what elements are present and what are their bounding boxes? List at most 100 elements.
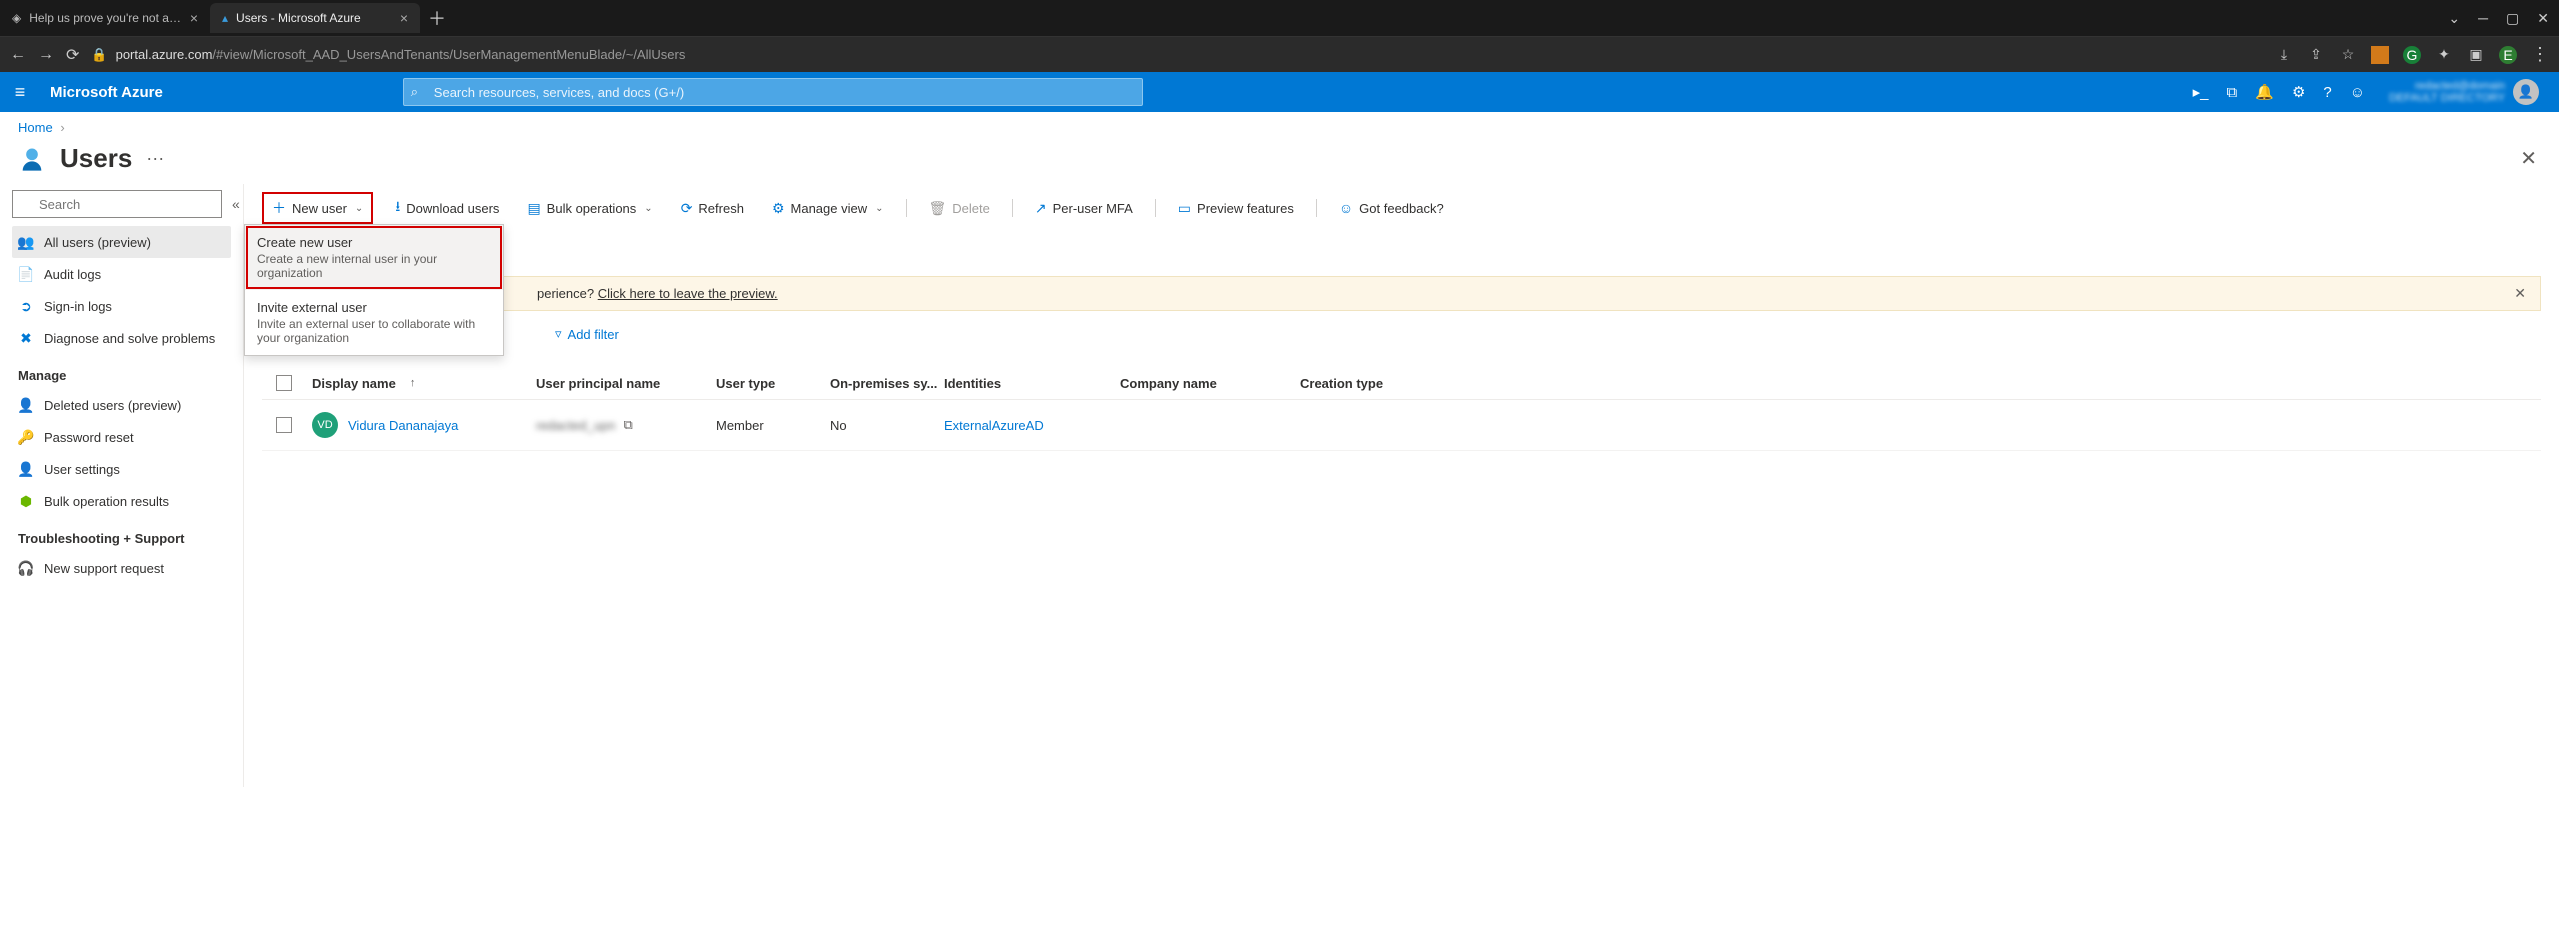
preview-features-button[interactable]: ▭ Preview features: [1172, 196, 1300, 221]
column-upn[interactable]: User principal name: [536, 376, 716, 391]
url-path: /#view/Microsoft_AAD_UsersAndTenants/Use…: [212, 47, 685, 62]
install-icon[interactable]: ⤓: [2275, 46, 2293, 64]
more-icon[interactable]: ···: [146, 148, 164, 169]
download-icon: ⭳: [395, 196, 400, 220]
delete-button[interactable]: 🗑 Delete: [923, 196, 996, 221]
refresh-button[interactable]: ⟳ Refresh: [675, 196, 750, 221]
account-menu[interactable]: redacted@domainDEFAULT DIRECTORY 👤: [2389, 79, 2539, 105]
user-identities-link[interactable]: ExternalAzureAD: [944, 418, 1044, 433]
tab-title: Users - Microsoft Azure: [236, 11, 392, 25]
notifications-icon[interactable]: 🔔: [2255, 83, 2274, 101]
feedback-button[interactable]: ☺ Got feedback?: [1333, 196, 1450, 220]
column-company[interactable]: Company name: [1120, 376, 1300, 391]
sidebar-item-new-support[interactable]: 🎧 New support request: [12, 552, 231, 584]
copy-icon[interactable]: ⧉: [624, 417, 633, 433]
sidebar-item-signin-logs[interactable]: ➲ Sign-in logs: [12, 290, 231, 322]
gear-icon: ⚙: [772, 200, 785, 217]
tab-title: Help us prove you're not a robot: [29, 11, 182, 25]
extension-icon[interactable]: [2371, 46, 2389, 64]
close-icon[interactable]: ✕: [2520, 146, 2541, 171]
sidebar-item-user-settings[interactable]: 👤 User settings: [12, 453, 231, 485]
browser-tab[interactable]: ◈ Help us prove you're not a robot ×: [0, 3, 210, 33]
manage-view-button[interactable]: ⚙ Manage view ⌄: [766, 196, 890, 221]
users-icon: 👥: [18, 234, 34, 250]
hamburger-icon[interactable]: ≡: [8, 82, 32, 103]
separator: [1316, 199, 1317, 217]
share-icon[interactable]: ⇪: [2307, 46, 2325, 64]
sidebar-item-diagnose[interactable]: ✖ Diagnose and solve problems: [12, 322, 231, 354]
collapse-icon[interactable]: «: [232, 196, 240, 212]
help-icon[interactable]: ?: [2323, 84, 2331, 101]
column-user-type[interactable]: User type: [716, 376, 830, 391]
sidebar-item-password-reset[interactable]: 🔑 Password reset: [12, 421, 231, 453]
download-users-button[interactable]: ⭳ Download users: [389, 192, 505, 224]
cloud-shell-icon[interactable]: ▸_: [2193, 83, 2209, 101]
dropdown-item-invite-external-user[interactable]: Invite external user Invite an external …: [245, 290, 503, 355]
plus-icon: ＋: [272, 198, 286, 218]
sidebar-item-audit-logs[interactable]: 📄 Audit logs: [12, 258, 231, 290]
extension-icon[interactable]: ▣: [2467, 46, 2485, 64]
column-on-prem[interactable]: On-premises sy...: [830, 376, 944, 391]
select-all-checkbox[interactable]: [276, 375, 292, 391]
close-icon[interactable]: ✕: [2514, 285, 2526, 302]
profile-avatar[interactable]: E: [2499, 46, 2517, 64]
chevron-down-icon: ⌄: [644, 203, 652, 214]
user-on-prem: No: [830, 418, 944, 433]
user-settings-icon: 👤: [18, 461, 34, 477]
back-button[interactable]: ←: [10, 46, 26, 64]
user-type: Member: [716, 418, 830, 433]
separator: [1012, 199, 1013, 217]
address-bar[interactable]: 🔒 portal.azure.com/#view/Microsoft_AAD_U…: [91, 47, 2263, 63]
url-host: portal.azure.com: [116, 47, 213, 62]
browser-tab[interactable]: ▴ Users - Microsoft Azure ×: [210, 3, 420, 33]
reload-button[interactable]: ⟳: [66, 45, 79, 65]
feedback-icon: ☺: [1339, 200, 1353, 216]
window-close-icon[interactable]: ✕: [2537, 10, 2549, 27]
brand-link[interactable]: Microsoft Azure: [50, 84, 163, 101]
sidebar-item-all-users[interactable]: 👥 All users (preview): [12, 226, 231, 258]
sidebar-search-input[interactable]: [12, 190, 222, 218]
sidebar-item-label: Bulk operation results: [44, 494, 169, 509]
breadcrumb: Home ›: [0, 112, 2559, 143]
directories-icon[interactable]: ⧉: [2227, 84, 2238, 101]
account-text: redacted@domainDEFAULT DIRECTORY: [2389, 80, 2505, 104]
sidebar-item-deleted-users[interactable]: 👤 Deleted users (preview): [12, 389, 231, 421]
forward-button[interactable]: →: [38, 46, 54, 64]
bulk-operations-button[interactable]: ▤ Bulk operations ⌄: [521, 196, 658, 221]
dropdown-item-create-new-user[interactable]: Create new user Create a new internal us…: [245, 225, 503, 290]
sidebar-item-label: Deleted users (preview): [44, 398, 181, 413]
column-identities[interactable]: Identities: [944, 376, 1120, 391]
user-upn: redacted_upn: [536, 418, 616, 433]
add-filter-button[interactable]: ▿ Add filter: [546, 321, 628, 347]
new-user-button[interactable]: ＋ New user ⌄: [262, 192, 373, 224]
new-user-dropdown: Create new user Create a new internal us…: [244, 224, 504, 356]
key-icon: 🔑: [18, 429, 34, 445]
search-input[interactable]: [403, 78, 1143, 106]
puzzle-icon[interactable]: ✦: [2435, 46, 2453, 64]
per-user-mfa-button[interactable]: ↗ Per-user MFA: [1029, 196, 1139, 221]
star-icon[interactable]: ☆: [2339, 46, 2357, 64]
separator: [1155, 199, 1156, 217]
extension-icon[interactable]: G: [2403, 46, 2421, 64]
chevron-down-icon[interactable]: ⌄: [2448, 10, 2460, 27]
kebab-icon[interactable]: ⋮: [2531, 44, 2549, 65]
preview-banner: perience? Click here to leave the previe…: [262, 276, 2541, 311]
feedback-icon[interactable]: ☺: [2350, 84, 2365, 101]
minimize-icon[interactable]: ─: [2478, 10, 2488, 27]
row-checkbox[interactable]: [276, 417, 292, 433]
banner-leave-preview-link[interactable]: Click here to leave the preview.: [598, 286, 778, 301]
trash-icon: 🗑: [929, 200, 947, 217]
table-row[interactable]: VD Vidura Dananajaya redacted_upn ⧉ Memb…: [262, 400, 2541, 451]
tab-favicon: ◈: [12, 11, 21, 25]
gear-icon[interactable]: ⚙: [2292, 83, 2305, 101]
close-icon[interactable]: ×: [400, 10, 408, 26]
breadcrumb-home[interactable]: Home: [18, 120, 53, 135]
new-tab-button[interactable]: ＋: [428, 5, 446, 31]
column-creation[interactable]: Creation type: [1300, 376, 1480, 391]
sidebar-item-bulk-results[interactable]: ⬢ Bulk operation results: [12, 485, 231, 517]
user-display-name-link[interactable]: Vidura Dananajaya: [348, 418, 458, 433]
column-display-name[interactable]: Display name ↑: [312, 376, 536, 391]
maximize-icon[interactable]: ▢: [2506, 10, 2519, 27]
deleted-user-icon: 👤: [18, 397, 34, 413]
close-icon[interactable]: ×: [190, 10, 198, 26]
